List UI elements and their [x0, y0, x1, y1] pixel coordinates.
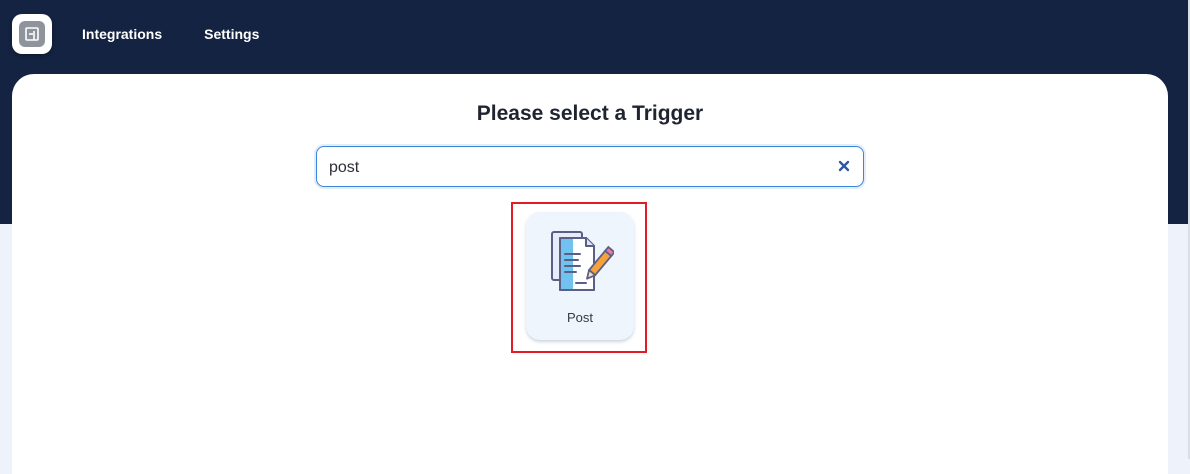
app-logo[interactable]	[12, 14, 52, 54]
page-title: Please select a Trigger	[476, 102, 704, 125]
trigger-card-label: Post	[566, 310, 593, 325]
document-edit-icon	[551, 231, 614, 291]
nav-item-integrations[interactable]: Integrations	[82, 25, 162, 43]
nav-item-settings[interactable]: Settings	[204, 25, 259, 43]
trigger-card-post[interactable]: Post	[526, 212, 634, 340]
app-logo-icon	[19, 21, 45, 47]
main-nav: Integrations Settings	[82, 25, 259, 43]
search-box	[316, 146, 864, 188]
clear-search-icon[interactable]	[837, 159, 851, 173]
search-input[interactable]	[327, 147, 821, 188]
trigger-selection-panel: Please select a Trigger post Post	[12, 74, 1168, 474]
